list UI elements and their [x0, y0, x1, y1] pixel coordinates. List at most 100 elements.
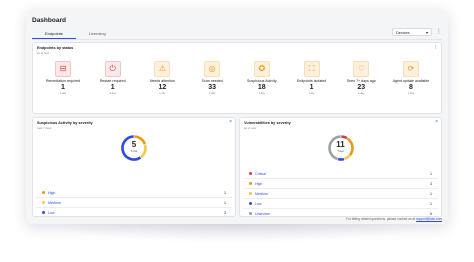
endpoints-status-card: Endpoints by status as of now ⋮ ⊟ Remedia… [32, 42, 442, 114]
status-tile[interactable]: ⏻ Restart required 1 1 day [89, 61, 137, 95]
status-meta: 1 day [308, 92, 315, 95]
vuln-total-label: Total [337, 149, 344, 153]
suspicious-total-label: Total [130, 149, 138, 153]
status-tile[interactable]: ✪ Suspicious Activity 18 1 day [238, 61, 286, 95]
legend-value: 1 [224, 190, 226, 195]
status-label: Seen 7+ days ago [346, 79, 376, 83]
isolation-icon: ⛶ [303, 61, 320, 77]
legend-dot [249, 192, 252, 195]
tab-licensing[interactable]: Licensing [76, 30, 119, 38]
legend-value: 1 [430, 171, 432, 176]
update-icon: ⟳ [402, 61, 419, 77]
status-count: 23 [357, 84, 366, 91]
status-count: 33 [208, 84, 216, 91]
warning-icon: ⚠ [154, 61, 171, 77]
suspicious-total: 5 [131, 140, 137, 149]
dashboard-window: Dashboard Endpoints Licensing Devices ▾ … [26, 10, 448, 224]
suspicious-legend: High 1 Medium 1 Low 3 [36, 188, 232, 217]
legend-value: 1 [430, 191, 432, 196]
legend-name[interactable]: Medium [48, 201, 224, 205]
status-count: 1 [110, 84, 115, 91]
suspicious-card-title: Suspicious Activity by severity [37, 121, 93, 125]
endpoints-card-menu-icon[interactable]: ⋮ [434, 44, 439, 50]
legend-row[interactable]: Critical 1 [243, 169, 438, 178]
legend-row[interactable]: Low 1 [243, 198, 438, 208]
page-title: Dashboard [32, 17, 66, 24]
status-count: 1 [61, 84, 65, 91]
status-count: 8 [408, 84, 413, 91]
briefcase-icon: ⊟ [55, 61, 71, 77]
vulnerabilities-card: Vulnerabilities by severity as of now × … [239, 117, 442, 217]
bug-icon: ✪ [253, 61, 270, 77]
status-meta: 1 day [159, 92, 166, 95]
status-tile[interactable]: ⛶ Endpoints isolated 1 1 day [288, 61, 336, 95]
scan-icon: ◎ [204, 61, 221, 77]
status-meta: 1 day [208, 92, 216, 95]
status-label: Needs attention [149, 79, 175, 83]
legend-dot [42, 201, 45, 204]
status-meta: 1 day [59, 92, 67, 95]
legend-name[interactable]: High [48, 191, 224, 195]
status-list: ⊟ Remediation required 1 1 day ⏻ Restart requ… [39, 61, 435, 95]
status-label: Suspicious Activity [247, 79, 277, 83]
close-icon[interactable]: × [229, 119, 232, 125]
legend-dot [249, 202, 252, 205]
support-email-link[interactable]: support@abc.com [416, 217, 442, 221]
legend-name[interactable]: Critical [255, 172, 430, 176]
close-icon[interactable]: × [435, 119, 438, 125]
legend-name[interactable]: Unknown [255, 212, 430, 216]
legend-row[interactable]: High 3 [243, 178, 438, 188]
legend-dot [249, 172, 252, 175]
legend-row[interactable]: Medium 1 [243, 188, 438, 198]
endpoints-card-title: Endpoints by status [37, 46, 74, 50]
status-meta: 1 day [407, 92, 415, 95]
suspicious-activity-card: Suspicious Activity by severity Last 7 d… [32, 117, 236, 217]
billing-footer: For billing related questions, please co… [346, 217, 442, 221]
vuln-donut-chart: 11 Total [327, 134, 355, 162]
status-meta: 1 day [109, 92, 116, 95]
status-tile[interactable]: ♡ Seen 7+ days ago 23 1 day [337, 61, 385, 95]
heart-monitor-icon: ♡ [353, 61, 370, 77]
legend-value: 5 [430, 211, 432, 216]
legend-row[interactable]: Low 3 [36, 207, 232, 217]
legend-name[interactable]: Low [48, 211, 224, 215]
legend-value: 3 [224, 210, 226, 215]
vuln-legend: Critical 1 High 3 Medium 1 Low 1 Unknown 5 [243, 169, 438, 218]
legend-dot [249, 212, 252, 215]
legend-name[interactable]: Low [255, 202, 430, 206]
devices-dropdown[interactable]: Devices ▾ [392, 28, 432, 36]
vuln-total: 11 [336, 140, 345, 149]
status-label: Agent update available [392, 79, 430, 83]
legend-dot [42, 191, 45, 194]
status-tile[interactable]: ⟳ Agent update available 8 1 day [387, 61, 435, 95]
status-count: 12 [158, 84, 167, 91]
donut-slice-critical [340, 135, 348, 140]
page-menu-icon[interactable]: ⋮ [436, 29, 442, 35]
status-count: 18 [257, 84, 266, 91]
tab-endpoints[interactable]: Endpoints [32, 30, 76, 39]
legend-name[interactable]: High [255, 182, 430, 186]
legend-dot [42, 211, 45, 214]
status-tile[interactable]: ◎ Scan needed 33 1 day [188, 61, 236, 95]
legend-value: 3 [430, 181, 432, 186]
status-label: Scan needed [201, 79, 223, 83]
tab-divider [32, 39, 442, 40]
legend-row[interactable]: High 1 [36, 188, 232, 197]
status-tile[interactable]: ⚠ Needs attention 12 1 day [138, 61, 186, 95]
devices-dropdown-value: Devices [396, 31, 410, 35]
suspicious-donut-chart: 5 Total [120, 134, 148, 162]
legend-dot [249, 182, 252, 185]
status-label: Endpoints isolated [296, 79, 327, 83]
legend-row[interactable]: Medium 1 [36, 197, 232, 207]
status-tile[interactable]: ⊟ Remediation required 1 1 day [39, 61, 87, 95]
legend-value: 1 [224, 200, 226, 205]
status-label: Remediation required [45, 79, 81, 83]
vuln-card-title: Vulnerabilities by severity [244, 121, 291, 125]
status-meta: 1 day [358, 92, 365, 95]
vuln-card-subtitle: as of now [244, 126, 256, 130]
legend-name[interactable]: Medium [255, 192, 430, 196]
footer-text: For billing related questions, please co… [346, 217, 416, 221]
power-icon: ⏻ [104, 61, 121, 77]
legend-value: 1 [430, 201, 432, 206]
suspicious-card-subtitle: Last 7 days [37, 126, 52, 130]
